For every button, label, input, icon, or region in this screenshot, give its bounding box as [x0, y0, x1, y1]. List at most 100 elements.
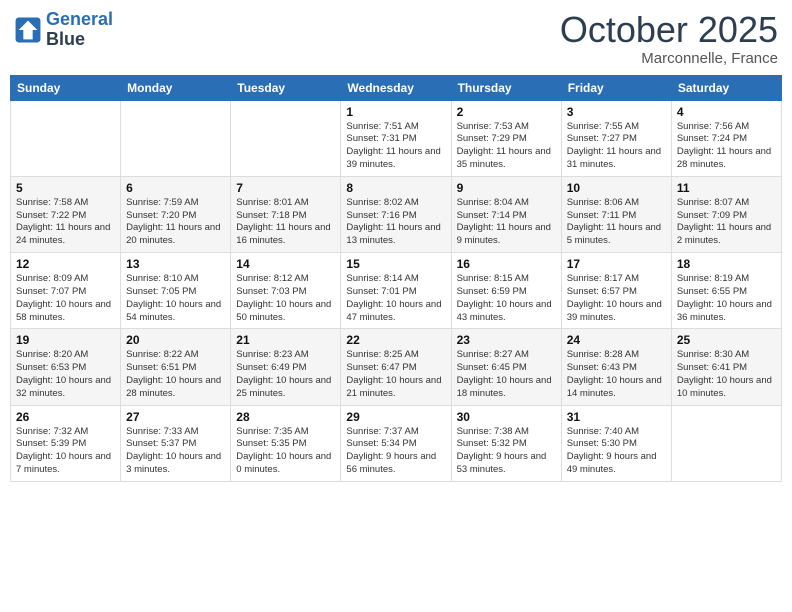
calendar-cell: 31 Sunrise: 7:40 AMSunset: 5:30 PMDayligh… — [561, 405, 671, 481]
day-number: 15 — [346, 257, 445, 271]
calendar-cell — [11, 100, 121, 176]
month-title: October 2025 — [560, 10, 778, 50]
calendar-cell: 1Sunrise: 7:51 AMSunset: 7:31 PMDaylight… — [341, 100, 451, 176]
day-number: 10 — [567, 181, 666, 195]
day-number: 21 — [236, 333, 335, 347]
calendar-cell: 13 Sunrise: 8:10 AMSunset: 7:05 PMDayligh… — [121, 253, 231, 329]
day-info: Sunrise: 8:28 AMSunset: 6:43 PMDaylight:… — [567, 349, 666, 400]
calendar-cell: 8 Sunrise: 8:02 AMSunset: 7:16 PMDaylight… — [341, 176, 451, 252]
day-info: Sunrise: 8:15 AMSunset: 6:59 PMDaylight:… — [457, 273, 556, 324]
day-number: 6 — [126, 181, 225, 195]
weekday-header-wednesday: Wednesday — [341, 75, 451, 100]
day-info: Sunrise: 8:17 AMSunset: 6:57 PMDaylight:… — [567, 273, 666, 324]
calendar-cell — [671, 405, 781, 481]
day-number: 11 — [677, 181, 776, 195]
calendar-cell: 27 Sunrise: 7:33 AMSunset: 5:37 PMDayligh… — [121, 405, 231, 481]
logo-text: General Blue — [46, 10, 113, 50]
day-info: Sunrise: 8:23 AMSunset: 6:49 PMDaylight:… — [236, 349, 335, 400]
calendar-cell: 4 Sunrise: 7:56 AMSunset: 7:24 PMDaylight… — [671, 100, 781, 176]
calendar-cell: 20 Sunrise: 8:22 AMSunset: 6:51 PMDayligh… — [121, 329, 231, 405]
week-row-2: 5Sunrise: 7:58 AMSunset: 7:22 PMDaylight… — [11, 176, 782, 252]
day-number: 30 — [457, 410, 556, 424]
weekday-header-thursday: Thursday — [451, 75, 561, 100]
weekday-header-row: SundayMondayTuesdayWednesdayThursdayFrid… — [11, 75, 782, 100]
location: Marconnelle, France — [560, 50, 778, 67]
calendar-cell: 29 Sunrise: 7:37 AMSunset: 5:34 PMDayligh… — [341, 405, 451, 481]
calendar-cell: 11 Sunrise: 8:07 AMSunset: 7:09 PMDayligh… — [671, 176, 781, 252]
calendar-cell: 30 Sunrise: 7:38 AMSunset: 5:32 PMDayligh… — [451, 405, 561, 481]
day-info: Sunrise: 8:09 AMSunset: 7:07 PMDaylight:… — [16, 273, 115, 324]
day-number: 17 — [567, 257, 666, 271]
day-info: Sunrise: 7:37 AMSunset: 5:34 PMDaylight:… — [346, 426, 445, 477]
day-number: 25 — [677, 333, 776, 347]
weekday-header-tuesday: Tuesday — [231, 75, 341, 100]
calendar-cell: 22 Sunrise: 8:25 AMSunset: 6:47 PMDayligh… — [341, 329, 451, 405]
day-info: Sunrise: 8:02 AMSunset: 7:16 PMDaylight:… — [346, 197, 445, 248]
calendar-cell: 15 Sunrise: 8:14 AMSunset: 7:01 PMDayligh… — [341, 253, 451, 329]
day-info: Sunrise: 7:55 AMSunset: 7:27 PMDaylight:… — [567, 121, 666, 172]
day-number: 8 — [346, 181, 445, 195]
calendar-cell — [121, 100, 231, 176]
weekday-header-monday: Monday — [121, 75, 231, 100]
day-number: 4 — [677, 105, 776, 119]
logo: General Blue — [14, 10, 113, 50]
day-number: 27 — [126, 410, 225, 424]
day-info: Sunrise: 7:32 AMSunset: 5:39 PMDaylight:… — [16, 426, 115, 477]
day-number: 3 — [567, 105, 666, 119]
day-number: 24 — [567, 333, 666, 347]
day-number: 1 — [346, 105, 445, 119]
weekday-header-saturday: Saturday — [671, 75, 781, 100]
day-number: 18 — [677, 257, 776, 271]
week-row-4: 19 Sunrise: 8:20 AMSunset: 6:53 PMDayligh… — [11, 329, 782, 405]
day-info: Sunrise: 8:01 AMSunset: 7:18 PMDaylight:… — [236, 197, 335, 248]
calendar-cell: 19 Sunrise: 8:20 AMSunset: 6:53 PMDayligh… — [11, 329, 121, 405]
day-info: Sunrise: 8:22 AMSunset: 6:51 PMDaylight:… — [126, 349, 225, 400]
page-header: General Blue October 2025 Marconnelle, F… — [10, 10, 782, 67]
calendar-cell: 12 Sunrise: 8:09 AMSunset: 7:07 PMDayligh… — [11, 253, 121, 329]
day-info: Sunrise: 7:58 AMSunset: 7:22 PMDaylight:… — [16, 197, 115, 248]
day-number: 13 — [126, 257, 225, 271]
calendar-cell: 3 Sunrise: 7:55 AMSunset: 7:27 PMDaylight… — [561, 100, 671, 176]
day-info: Sunrise: 8:07 AMSunset: 7:09 PMDaylight:… — [677, 197, 776, 248]
week-row-5: 26Sunrise: 7:32 AMSunset: 5:39 PMDayligh… — [11, 405, 782, 481]
day-info: Sunrise: 7:33 AMSunset: 5:37 PMDaylight:… — [126, 426, 225, 477]
day-number: 22 — [346, 333, 445, 347]
day-number: 19 — [16, 333, 115, 347]
calendar-cell: 21 Sunrise: 8:23 AMSunset: 6:49 PMDayligh… — [231, 329, 341, 405]
week-row-3: 12 Sunrise: 8:09 AMSunset: 7:07 PMDayligh… — [11, 253, 782, 329]
day-number: 12 — [16, 257, 115, 271]
day-info: Sunrise: 7:56 AMSunset: 7:24 PMDaylight:… — [677, 121, 776, 172]
calendar-cell: 9 Sunrise: 8:04 AMSunset: 7:14 PMDaylight… — [451, 176, 561, 252]
week-row-1: 1Sunrise: 7:51 AMSunset: 7:31 PMDaylight… — [11, 100, 782, 176]
calendar-cell: 10 Sunrise: 8:06 AMSunset: 7:11 PMDayligh… — [561, 176, 671, 252]
day-info: Sunrise: 8:06 AMSunset: 7:11 PMDaylight:… — [567, 197, 666, 248]
calendar-cell: 23Sunrise: 8:27 AMSunset: 6:45 PMDayligh… — [451, 329, 561, 405]
day-number: 31 — [567, 410, 666, 424]
calendar-cell: 25Sunrise: 8:30 AMSunset: 6:41 PMDayligh… — [671, 329, 781, 405]
calendar-cell: 14Sunrise: 8:12 AMSunset: 7:03 PMDayligh… — [231, 253, 341, 329]
day-info: Sunrise: 7:35 AMSunset: 5:35 PMDaylight:… — [236, 426, 335, 477]
weekday-header-sunday: Sunday — [11, 75, 121, 100]
calendar-cell: 17 Sunrise: 8:17 AMSunset: 6:57 PMDayligh… — [561, 253, 671, 329]
day-number: 7 — [236, 181, 335, 195]
weekday-header-friday: Friday — [561, 75, 671, 100]
calendar-cell: 2Sunrise: 7:53 AMSunset: 7:29 PMDaylight… — [451, 100, 561, 176]
day-info: Sunrise: 7:38 AMSunset: 5:32 PMDaylight:… — [457, 426, 556, 477]
calendar-cell: 28 Sunrise: 7:35 AMSunset: 5:35 PMDayligh… — [231, 405, 341, 481]
title-block: October 2025 Marconnelle, France — [560, 10, 778, 67]
calendar: SundayMondayTuesdayWednesdayThursdayFrid… — [10, 75, 782, 482]
calendar-cell: 6 Sunrise: 7:59 AMSunset: 7:20 PMDaylight… — [121, 176, 231, 252]
day-info: Sunrise: 7:40 AMSunset: 5:30 PMDaylight:… — [567, 426, 666, 477]
day-info: Sunrise: 8:14 AMSunset: 7:01 PMDaylight:… — [346, 273, 445, 324]
day-info: Sunrise: 8:20 AMSunset: 6:53 PMDaylight:… — [16, 349, 115, 400]
day-info: Sunrise: 8:25 AMSunset: 6:47 PMDaylight:… — [346, 349, 445, 400]
day-info: Sunrise: 8:04 AMSunset: 7:14 PMDaylight:… — [457, 197, 556, 248]
day-number: 20 — [126, 333, 225, 347]
day-number: 28 — [236, 410, 335, 424]
day-number: 9 — [457, 181, 556, 195]
day-number: 29 — [346, 410, 445, 424]
day-info: Sunrise: 8:10 AMSunset: 7:05 PMDaylight:… — [126, 273, 225, 324]
calendar-cell: 26Sunrise: 7:32 AMSunset: 5:39 PMDayligh… — [11, 405, 121, 481]
calendar-cell: 24 Sunrise: 8:28 AMSunset: 6:43 PMDayligh… — [561, 329, 671, 405]
day-info: Sunrise: 7:59 AMSunset: 7:20 PMDaylight:… — [126, 197, 225, 248]
